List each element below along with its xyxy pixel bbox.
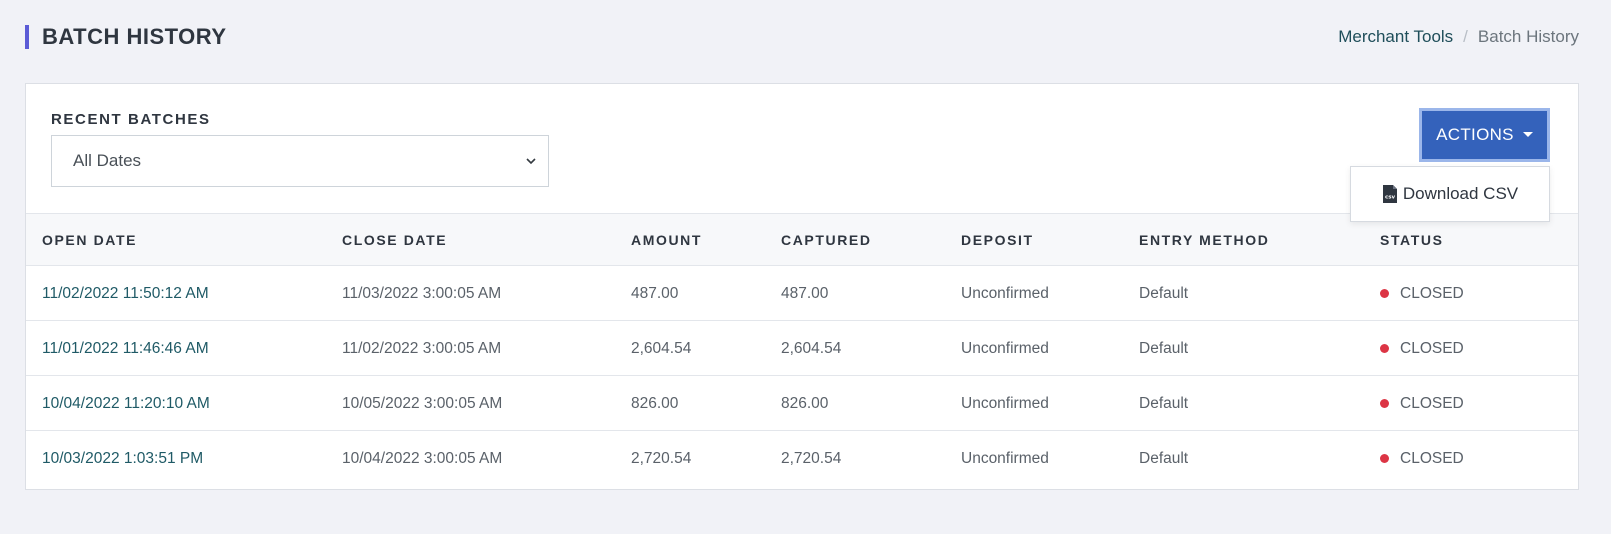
captured-cell: 2,720.54 [781,450,842,467]
column-header-close-date[interactable]: CLOSE DATE [342,214,447,267]
download-csv-menu-item[interactable]: csv Download CSV [1382,184,1518,204]
breadcrumb-separator: / [1463,27,1468,46]
entry-method-cell: Default [1139,340,1189,357]
download-csv-label: Download CSV [1402,184,1519,203]
status-text: CLOSED [1400,395,1464,412]
table-row[interactable]: 11/02/2022 11:50:12 AM 11/03/2022 3:00:0… [26,266,1578,321]
amount-cell: 2,604.54 [631,340,692,357]
page-title: BATCH HISTORY [42,24,227,49]
deposit-cell: Unconfirmed [961,285,1049,302]
column-header-captured[interactable]: CAPTURED [781,214,872,267]
close-date-cell: 11/02/2022 3:00:05 AM [342,340,502,357]
table-header: OPEN DATE CLOSE DATE AMOUNT CAPTURED DEP… [26,213,1578,266]
captured-cell: 487.00 [781,285,829,302]
status-dot-icon [1380,289,1389,298]
column-header-amount[interactable]: AMOUNT [631,214,702,267]
entry-method-cell: Default [1139,450,1189,467]
svg-text:csv: csv [1385,195,1396,201]
table-row[interactable]: 11/01/2022 11:46:46 AM 11/02/2022 3:00:0… [26,321,1578,376]
status-text: CLOSED [1400,285,1464,302]
column-header-entry-method[interactable]: ENTRY METHOD [1139,214,1269,267]
table-row[interactable]: 10/03/2022 1:03:51 PM 10/04/2022 3:00:05… [26,431,1578,486]
title-wrap: BATCH HISTORY [25,24,227,50]
open-date-link[interactable]: 11/02/2022 11:50:12 AM [42,266,209,321]
column-header-deposit[interactable]: DEPOSIT [961,214,1034,267]
recent-batches-select[interactable]: All Dates [51,135,549,187]
deposit-cell: Unconfirmed [961,395,1049,412]
actions-button-label: ACTIONS [1436,125,1514,144]
status-text: CLOSED [1400,450,1464,467]
status-dot-icon [1380,454,1389,463]
actions-button[interactable]: ACTIONS [1419,108,1550,162]
status-cell: CLOSED [1380,321,1464,376]
open-date-link[interactable]: 11/01/2022 11:46:46 AM [42,321,209,376]
breadcrumb-current: Batch History [1477,27,1579,46]
open-date-link[interactable]: 10/03/2022 1:03:51 PM [42,431,203,486]
actions-dropdown-menu: csv Download CSV [1350,166,1550,222]
recent-batches-select-value: All Dates [73,151,142,170]
table-row[interactable]: 10/04/2022 11:20:10 AM 10/05/2022 3:00:0… [26,376,1578,431]
entry-method-cell: Default [1139,285,1189,302]
open-date-link[interactable]: 10/04/2022 11:20:10 AM [42,376,210,431]
amount-cell: 2,720.54 [631,450,692,467]
captured-cell: 2,604.54 [781,340,842,357]
title-accent-bar [25,25,29,49]
status-dot-icon [1380,344,1389,353]
deposit-cell: Unconfirmed [961,340,1049,357]
close-date-cell: 11/03/2022 3:00:05 AM [342,285,502,302]
amount-cell: 487.00 [631,285,679,302]
status-cell: CLOSED [1380,266,1464,321]
batch-card: RECENT BATCHES All Dates ACTIONS csv Dow… [25,83,1579,490]
status-dot-icon [1380,399,1389,408]
close-date-cell: 10/04/2022 3:00:05 AM [342,450,503,467]
status-cell: CLOSED [1380,431,1464,486]
column-header-open-date[interactable]: OPEN DATE [42,214,137,267]
entry-method-cell: Default [1139,395,1189,412]
status-text: CLOSED [1400,340,1464,357]
amount-cell: 826.00 [631,395,679,412]
page-header: BATCH HISTORY Merchant Tools / Batch His… [25,22,1579,52]
close-date-cell: 10/05/2022 3:00:05 AM [342,395,503,412]
csv-file-icon: csv [1382,185,1397,203]
chevron-down-icon [526,158,536,165]
batch-table: OPEN DATE CLOSE DATE AMOUNT CAPTURED DEP… [26,213,1578,486]
status-cell: CLOSED [1380,376,1464,431]
caret-down-icon [1522,131,1533,137]
recent-batches-label: RECENT BATCHES [51,111,211,128]
breadcrumb-merchant-tools[interactable]: Merchant Tools [1338,27,1453,47]
deposit-cell: Unconfirmed [961,450,1049,467]
captured-cell: 826.00 [781,395,829,412]
breadcrumb: Merchant Tools / Batch History [1338,27,1579,47]
